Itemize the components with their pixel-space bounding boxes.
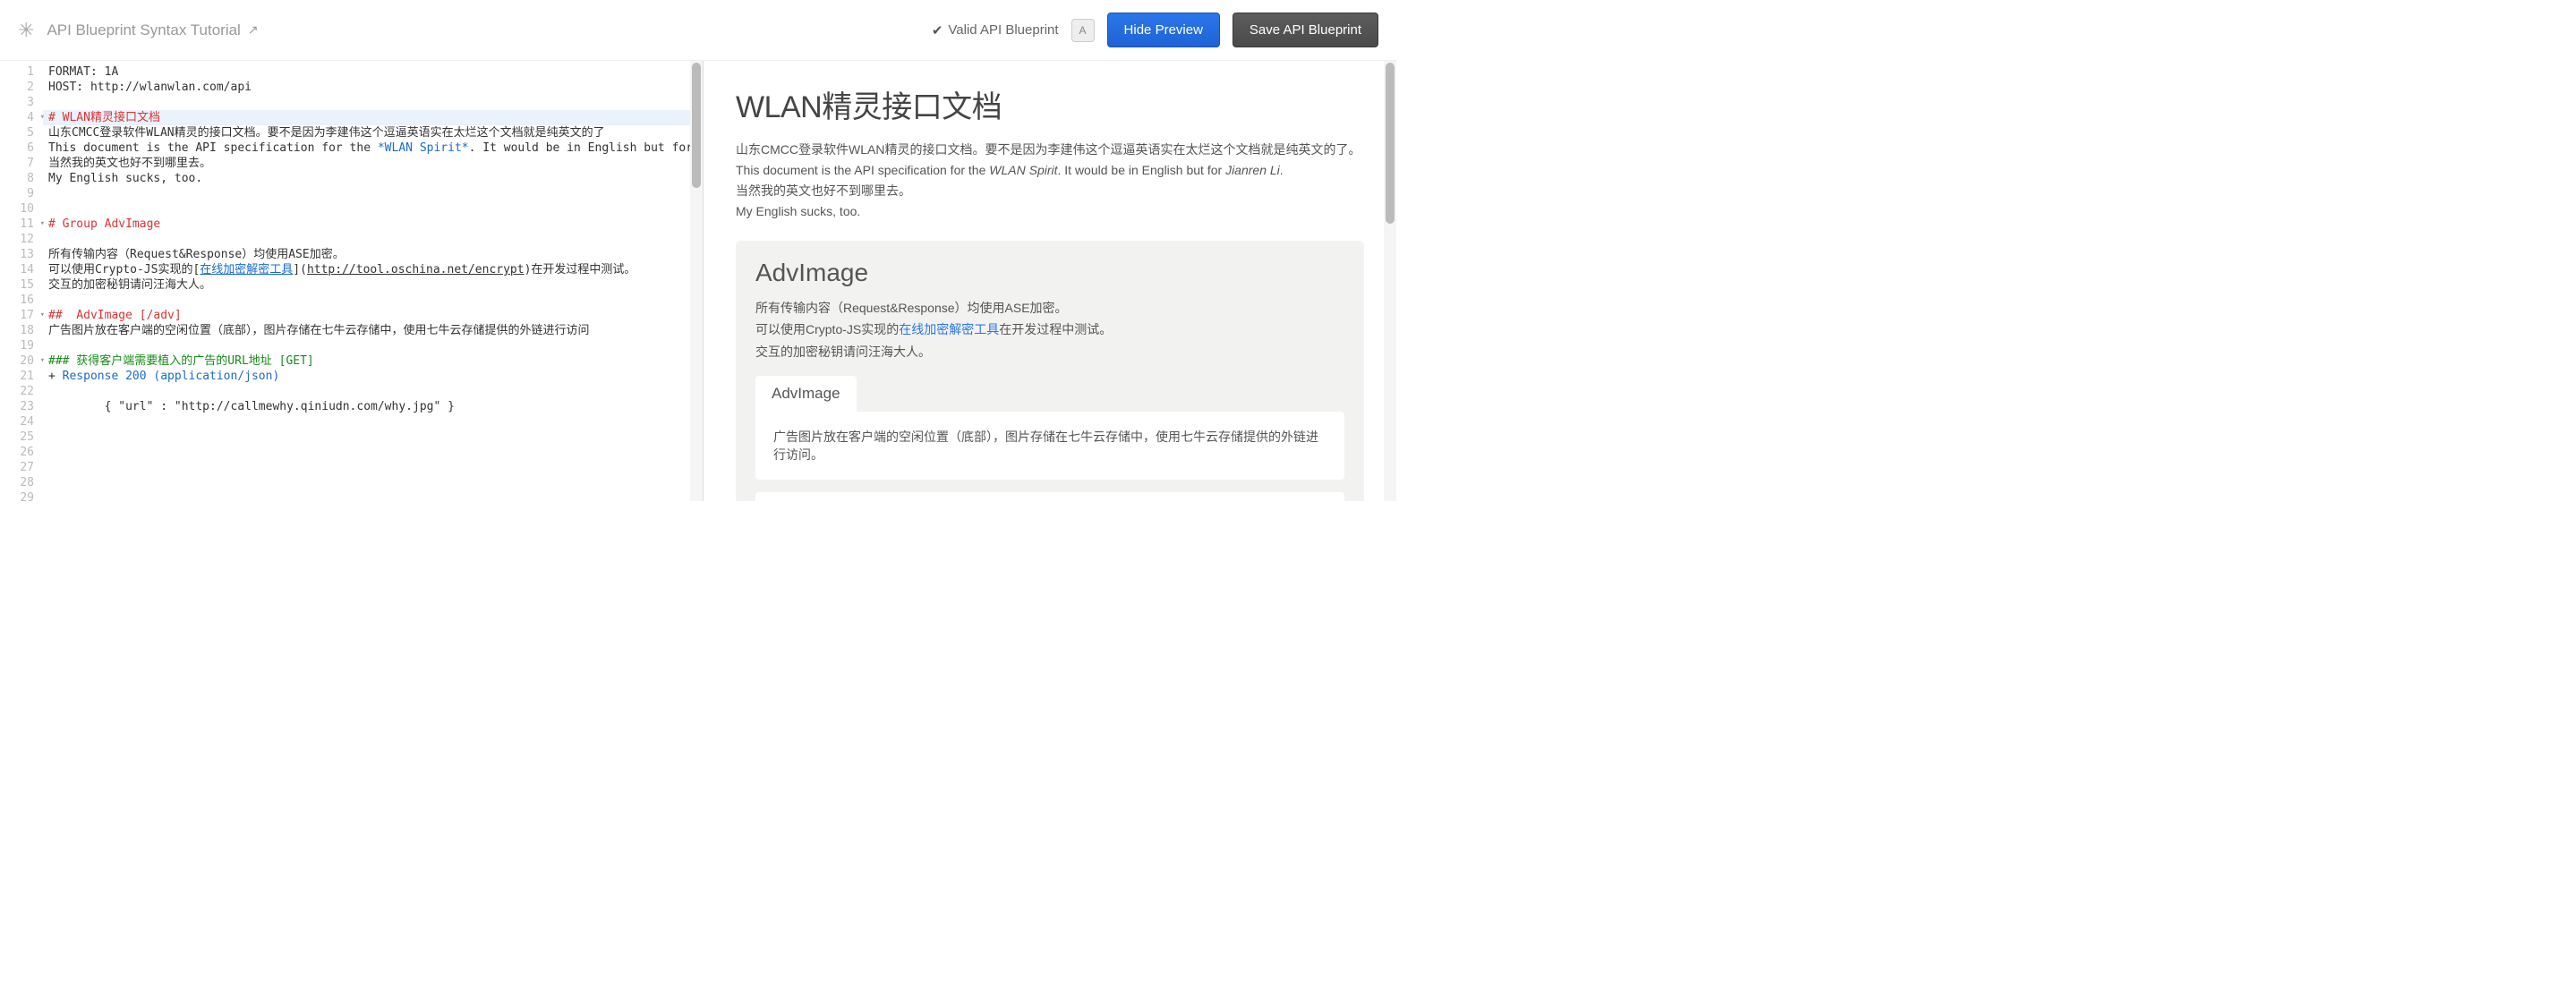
line-number: 14: [0, 262, 43, 277]
line-number: 12: [0, 232, 43, 247]
preview-pane: WLAN精灵接口文档 山东CMCC登录软件WLAN精灵的接口文档。要不是因为李建…: [704, 61, 1396, 501]
line-number: 2: [0, 80, 43, 95]
code-line[interactable]: [43, 475, 703, 490]
action-card: 获得客户端需要植入的广告的URL地址 GET /api/adv ⌃⌄: [755, 492, 1344, 501]
code-line[interactable]: FORMAT: 1A: [43, 64, 703, 80]
code-line[interactable]: [43, 384, 703, 399]
line-number: 4: [0, 110, 43, 125]
code-line[interactable]: [43, 490, 703, 501]
intro-line: 当然我的英文也好不到哪里去。: [736, 182, 1364, 200]
line-number: 17: [0, 308, 43, 323]
line-number: 28: [0, 475, 43, 490]
doc-title: WLAN精灵接口文档: [736, 82, 1364, 126]
group-description: 所有传输内容（Request&Response）均使用ASE加密。可以使用Cry…: [755, 298, 1344, 362]
valid-status-label: Valid API Blueprint: [948, 22, 1058, 38]
line-number: 1: [0, 64, 43, 80]
code-line[interactable]: 所有传输内容（Request&Response）均使用ASE加密。: [43, 247, 703, 262]
line-number: 13: [0, 247, 43, 262]
code-line[interactable]: [43, 445, 703, 460]
code-line[interactable]: [43, 232, 703, 247]
line-number: 24: [0, 414, 43, 430]
line-number: 5: [0, 125, 43, 140]
line-number: 3: [0, 95, 43, 110]
line-number: 23: [0, 399, 43, 414]
group-card-advimage: AdvImage 所有传输内容（Request&Response）均使用ASE加…: [736, 241, 1364, 501]
line-number: 25: [0, 430, 43, 445]
code-line[interactable]: [43, 338, 703, 353]
group-desc-line: 可以使用Crypto-JS实现的在线加密解密工具在开发过程中测试。: [755, 319, 1344, 339]
code-line[interactable]: This document is the API specification f…: [43, 140, 703, 156]
font-size-button[interactable]: A: [1071, 19, 1095, 42]
line-number: 22: [0, 384, 43, 399]
hide-preview-button[interactable]: Hide Preview: [1107, 13, 1220, 47]
code-line[interactable]: # Group AdvImage: [43, 217, 703, 232]
code-line[interactable]: 广告图片放在客户端的空闲位置（底部），图片存储在七牛云存储中，使用七牛云存储提供…: [43, 323, 703, 338]
intro-line: My English sucks, too.: [736, 202, 1364, 221]
toolbar: ✳ API Blueprint Syntax Tutorial ↗ ✔ Vali…: [0, 0, 1396, 61]
line-number: 10: [0, 201, 43, 217]
tutorial-link[interactable]: API Blueprint Syntax Tutorial ↗: [47, 21, 258, 39]
editor-pane: 1234567891011121314151617181920212223242…: [0, 61, 704, 501]
line-number: 11: [0, 217, 43, 232]
line-number: 19: [0, 338, 43, 353]
preview-scrollbar[interactable]: [1384, 61, 1396, 501]
code-line[interactable]: [43, 414, 703, 430]
line-number: 26: [0, 445, 43, 460]
code-line[interactable]: + Response 200 (application/json): [43, 369, 703, 384]
code-line[interactable]: 山东CMCC登录软件WLAN精灵的接口文档。要不是因为李建伟这个逗逼英语实在太烂…: [43, 125, 703, 140]
tutorial-link-label: API Blueprint Syntax Tutorial: [47, 21, 240, 39]
line-number: 21: [0, 369, 43, 384]
line-number: 29: [0, 490, 43, 501]
code-line[interactable]: 当然我的英文也好不到哪里去。: [43, 156, 703, 171]
line-number: 6: [0, 140, 43, 156]
intro-line: This document is the API specification f…: [736, 161, 1364, 180]
main-split: 1234567891011121314151617181920212223242…: [0, 61, 1396, 501]
code-line[interactable]: [43, 460, 703, 475]
line-number: 16: [0, 293, 43, 308]
code-line[interactable]: HOST: http://wlanwlan.com/api: [43, 80, 703, 95]
valid-status: ✔ Valid API Blueprint: [932, 22, 1059, 38]
line-number: 27: [0, 460, 43, 475]
line-number: 8: [0, 171, 43, 186]
doc-intro: 山东CMCC登录软件WLAN精灵的接口文档。要不是因为李建伟这个逗逼英语实在太烂…: [736, 140, 1364, 221]
editor-scroll-thumb[interactable]: [692, 63, 701, 188]
resource-panel: 广告图片放在客户端的空闲位置（底部），图片存储在七牛云存储中，使用七牛云存储提供…: [755, 412, 1344, 480]
editor-code[interactable]: FORMAT: 1AHOST: http://wlanwlan.com/api …: [43, 61, 703, 501]
line-number: 9: [0, 186, 43, 201]
code-line[interactable]: 交互的加密秘钥请问汪海大人。: [43, 277, 703, 293]
code-line[interactable]: [43, 201, 703, 217]
code-line[interactable]: 可以使用Crypto-JS实现的[在线加密解密工具](http://tool.o…: [43, 262, 703, 277]
line-number: 15: [0, 277, 43, 293]
intro-line: 山东CMCC登录软件WLAN精灵的接口文档。要不是因为李建伟这个逗逼英语实在太烂…: [736, 140, 1364, 159]
editor-scrollbar[interactable]: [690, 61, 703, 501]
code-line[interactable]: [43, 186, 703, 201]
apiary-logo-icon: ✳: [18, 19, 34, 42]
group-desc-line: 交互的加密秘钥请问汪海大人。: [755, 342, 1344, 362]
line-number: 18: [0, 323, 43, 338]
line-number: 7: [0, 156, 43, 171]
preview-scroll-thumb[interactable]: [1386, 63, 1395, 224]
code-line[interactable]: [43, 95, 703, 110]
resource-tabstrip: AdvImage: [755, 376, 1344, 412]
line-number: 20: [0, 353, 43, 369]
code-line[interactable]: [43, 430, 703, 445]
app-root: ✳ API Blueprint Syntax Tutorial ↗ ✔ Vali…: [0, 0, 1396, 501]
editor-gutter: 1234567891011121314151617181920212223242…: [0, 61, 43, 501]
check-icon: ✔: [932, 22, 943, 38]
code-line[interactable]: ### 获得客户端需要植入的广告的URL地址 [GET]: [43, 353, 703, 369]
group-desc-line: 所有传输内容（Request&Response）均使用ASE加密。: [755, 298, 1344, 318]
code-line[interactable]: [43, 293, 703, 308]
action-header[interactable]: 获得客户端需要植入的广告的URL地址: [755, 492, 1344, 501]
external-link-icon: ↗: [248, 22, 259, 38]
group-title: AdvImage: [755, 259, 1344, 287]
code-line[interactable]: ## AdvImage [/adv]: [43, 308, 703, 323]
code-line[interactable]: My English sucks, too.: [43, 171, 703, 186]
save-button[interactable]: Save API Blueprint: [1233, 13, 1378, 47]
code-line[interactable]: { "url" : "http://callmewhy.qiniudn.com/…: [43, 399, 703, 414]
tab-advimage[interactable]: AdvImage: [755, 376, 857, 412]
code-line[interactable]: # WLAN精灵接口文档: [43, 110, 703, 125]
toolbar-left: ✳ API Blueprint Syntax Tutorial ↗: [18, 19, 259, 42]
